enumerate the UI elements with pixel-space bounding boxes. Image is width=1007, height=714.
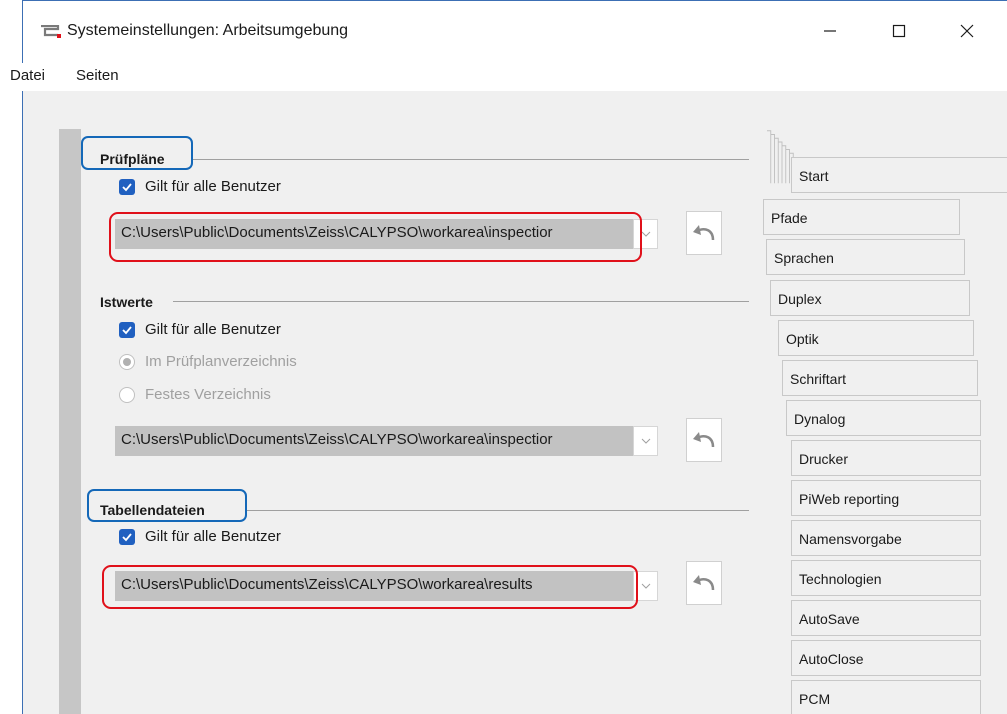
group-line bbox=[247, 510, 749, 511]
dropdown-button[interactable] bbox=[633, 426, 658, 456]
path-combo-istwerte[interactable]: C:\Users\Public\Documents\Zeiss\CALYPSO\… bbox=[115, 426, 658, 456]
undo-icon bbox=[693, 575, 715, 591]
undo-icon bbox=[693, 225, 715, 241]
chevron-down-icon bbox=[641, 438, 650, 444]
checkbox-row-istwerte[interactable]: Gilt für alle Benutzer bbox=[119, 321, 281, 338]
group-line bbox=[173, 301, 749, 302]
checkbox-label: Gilt für alle Benutzer bbox=[145, 321, 281, 338]
client-area: Prüfpläne Gilt für alle Benutzer C:\User… bbox=[23, 91, 1007, 714]
radio-im-pruefplanverzeichnis[interactable]: Im Prüfplanverzeichnis bbox=[119, 353, 297, 370]
highlight-path-pruefplaene bbox=[109, 212, 642, 262]
radio-label: Im Prüfplanverzeichnis bbox=[145, 353, 297, 370]
group-title-istwerte: Istwerte bbox=[100, 294, 159, 310]
menu-bar: Datei Seiten bbox=[1, 63, 1007, 91]
checkbox-label: Gilt für alle Benutzer bbox=[145, 178, 281, 195]
tab-duplex[interactable]: Duplex bbox=[770, 280, 970, 316]
path-value[interactable]: C:\Users\Public\Documents\Zeiss\CALYPSO\… bbox=[115, 426, 633, 456]
maximize-button[interactable] bbox=[876, 11, 922, 51]
menu-seiten[interactable]: Seiten bbox=[76, 67, 119, 84]
undo-button[interactable] bbox=[686, 561, 722, 605]
close-icon bbox=[960, 24, 974, 38]
maximize-icon bbox=[892, 24, 906, 38]
radio-festes-verzeichnis[interactable]: Festes Verzeichnis bbox=[119, 386, 271, 403]
checkbox-checked[interactable] bbox=[119, 528, 135, 545]
checkmark-icon bbox=[122, 182, 132, 191]
tab-optik[interactable]: Optik bbox=[778, 320, 974, 356]
highlight-pruefplaene bbox=[81, 136, 193, 170]
radio-label: Festes Verzeichnis bbox=[145, 386, 271, 403]
checkmark-icon bbox=[122, 532, 132, 541]
group-line bbox=[193, 159, 749, 160]
radio-selected[interactable] bbox=[119, 353, 135, 370]
menu-datei[interactable]: Datei bbox=[10, 67, 45, 84]
tab-autoclose[interactable]: AutoClose bbox=[791, 640, 981, 676]
left-stripe bbox=[59, 129, 81, 714]
tab-drucker[interactable]: Drucker bbox=[791, 440, 981, 476]
undo-button[interactable] bbox=[686, 418, 722, 462]
title-bar[interactable]: Systemeinstellungen: Arbeitsumgebung bbox=[23, 1, 1007, 63]
checkmark-icon bbox=[122, 325, 132, 334]
checkbox-checked[interactable] bbox=[119, 321, 135, 338]
tab-start[interactable]: Start bbox=[791, 157, 1007, 193]
undo-button[interactable] bbox=[686, 211, 722, 255]
undo-icon bbox=[693, 432, 715, 448]
checkbox-row-tabellendateien[interactable]: Gilt für alle Benutzer bbox=[119, 528, 281, 545]
highlight-path-tabellendateien bbox=[102, 565, 638, 609]
radio-unselected[interactable] bbox=[119, 386, 135, 403]
app-icon bbox=[41, 25, 61, 38]
checkbox-checked[interactable] bbox=[119, 178, 135, 195]
settings-window: Systemeinstellungen: Arbeitsumgebung Dat… bbox=[1, 0, 1007, 714]
tab-piweb-reporting[interactable]: PiWeb reporting bbox=[791, 480, 981, 516]
tab-dynalog[interactable]: Dynalog bbox=[786, 400, 981, 436]
tab-namensvorgabe[interactable]: Namensvorgabe bbox=[791, 520, 981, 556]
tab-sprachen[interactable]: Sprachen bbox=[766, 239, 965, 275]
chevron-down-icon bbox=[641, 583, 650, 589]
checkbox-row-pruefplaene[interactable]: Gilt für alle Benutzer bbox=[119, 178, 281, 195]
tab-pcm[interactable]: PCM bbox=[791, 680, 981, 714]
chevron-down-icon bbox=[641, 231, 650, 237]
close-button[interactable] bbox=[944, 11, 990, 51]
window-title: Systemeinstellungen: Arbeitsumgebung bbox=[67, 22, 349, 39]
tab-schriftart[interactable]: Schriftart bbox=[782, 360, 978, 396]
minimize-icon bbox=[824, 30, 836, 32]
highlight-tabellendateien bbox=[87, 489, 247, 522]
tab-technologien[interactable]: Technologien bbox=[791, 560, 981, 596]
tab-autosave[interactable]: AutoSave bbox=[791, 600, 981, 636]
checkbox-label: Gilt für alle Benutzer bbox=[145, 528, 281, 545]
tab-pfade[interactable]: Pfade bbox=[763, 199, 960, 235]
minimize-button[interactable] bbox=[807, 11, 853, 51]
